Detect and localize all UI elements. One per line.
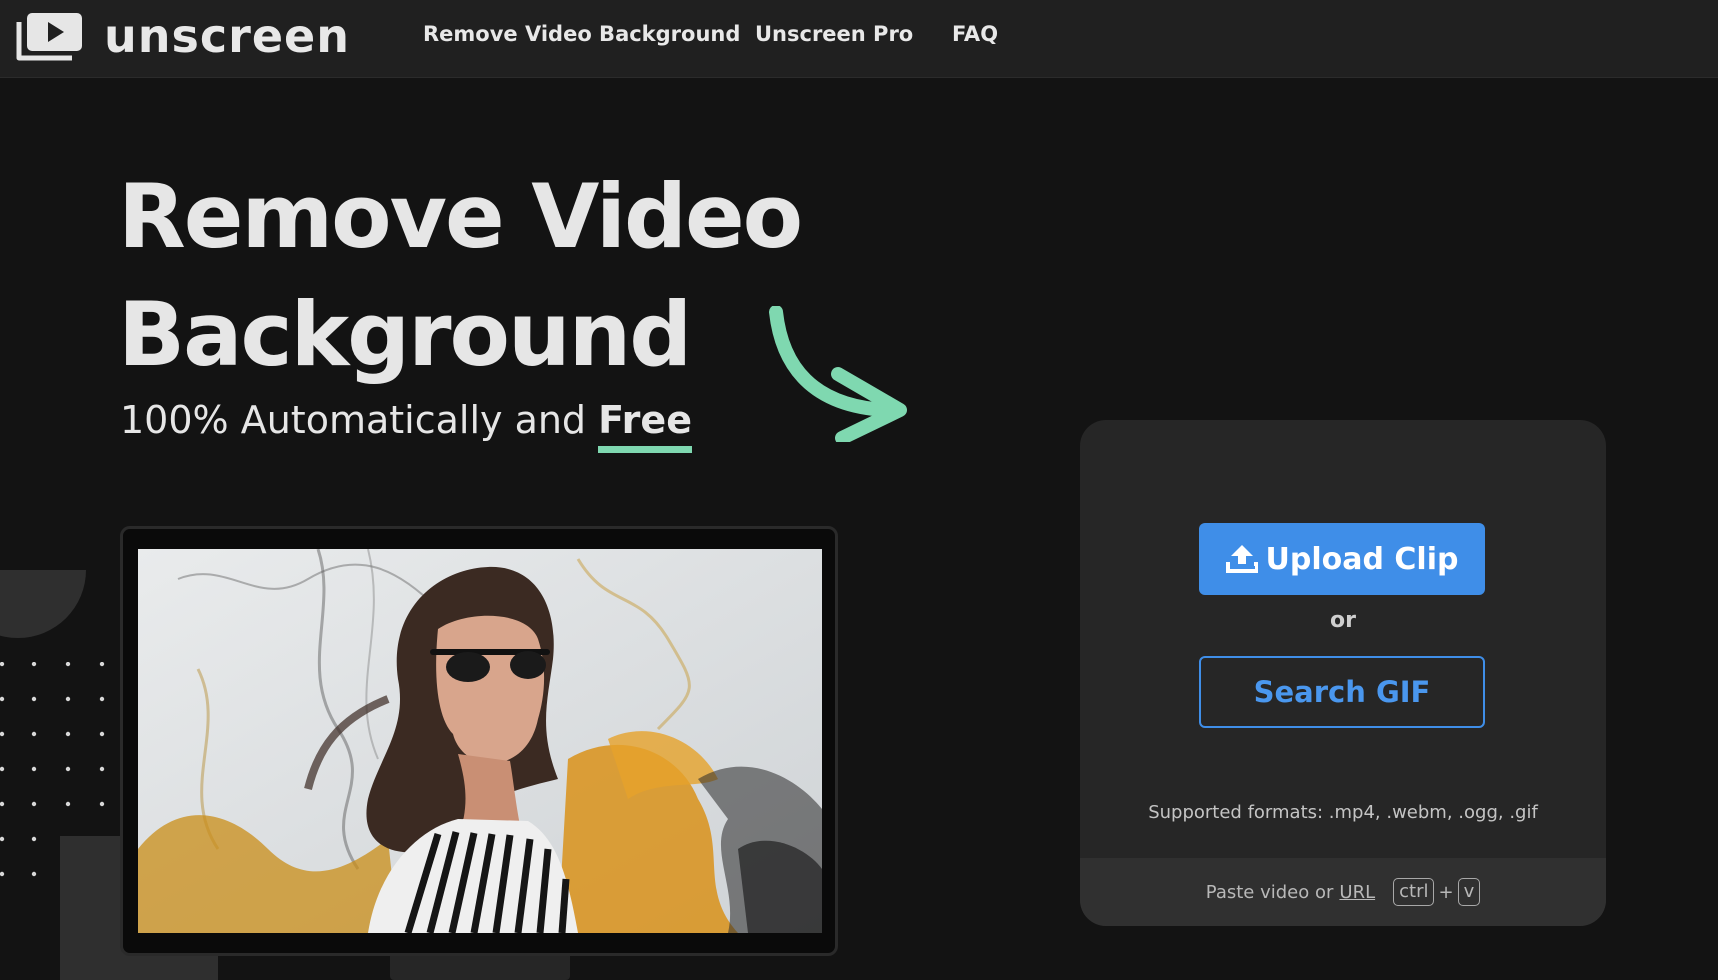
v-key-hint: v bbox=[1457, 878, 1481, 906]
curved-arrow-icon bbox=[769, 306, 907, 442]
upload-panel: Upload Clip or Search GIF Supported form… bbox=[1080, 420, 1606, 926]
demo-monitor bbox=[120, 526, 838, 956]
brand-logo-link[interactable]: unscreen bbox=[16, 12, 350, 62]
top-navigation: unscreen Remove Video Background Unscree… bbox=[0, 0, 1718, 78]
unscreen-logo-icon bbox=[16, 13, 82, 61]
subtitle-free: Free bbox=[598, 398, 692, 453]
upload-clip-label: Upload Clip bbox=[1265, 541, 1459, 577]
nav-unscreen-pro[interactable]: Unscreen Pro bbox=[755, 22, 913, 46]
nav-remove-video-background[interactable]: Remove Video Background bbox=[423, 22, 740, 46]
paste-hint-text: Paste video or bbox=[1205, 881, 1334, 903]
demo-video bbox=[138, 549, 822, 933]
paste-url-link[interactable]: URL bbox=[1339, 882, 1375, 903]
demo-video-frame bbox=[138, 549, 822, 933]
or-separator: or bbox=[1330, 608, 1356, 633]
title-line-1: Remove Video bbox=[118, 165, 803, 268]
hero-subtitle: 100% Automatically and Free bbox=[120, 398, 692, 453]
monitor-stand bbox=[390, 956, 570, 980]
supported-formats-text: Supported formats: .mp4, .webm, .ogg, .g… bbox=[1148, 802, 1538, 823]
title-line-2: Background bbox=[118, 283, 692, 386]
subtitle-prefix: 100% Automatically and bbox=[120, 398, 587, 442]
decorative-half-circle bbox=[0, 570, 86, 638]
upload-icon bbox=[1225, 545, 1258, 573]
search-gif-button[interactable]: Search GIF bbox=[1199, 656, 1485, 728]
page-title: Remove Video Background bbox=[118, 158, 878, 394]
upload-clip-button[interactable]: Upload Clip bbox=[1199, 523, 1485, 595]
nav-faq[interactable]: FAQ bbox=[952, 22, 998, 46]
ctrl-key-hint: ctrl bbox=[1393, 878, 1435, 906]
paste-hint-bar: Paste video or URL ctrl + v bbox=[1080, 858, 1606, 926]
key-plus: + bbox=[1438, 881, 1454, 903]
brand-name: unscreen bbox=[104, 9, 350, 63]
